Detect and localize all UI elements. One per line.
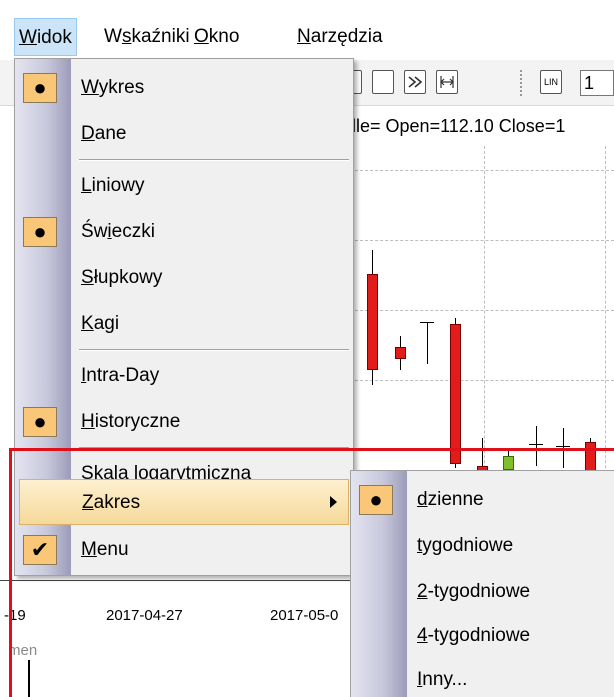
candle-body (367, 274, 378, 370)
grid-line (350, 380, 614, 381)
submenu-arrow-icon (330, 496, 337, 508)
radio-dot-icon: ● (23, 217, 57, 247)
menubar-item-label: Okno (194, 26, 240, 47)
menu-item-wykres[interactable]: ● Wykres (15, 65, 353, 111)
lower-panel-label: men (8, 642, 38, 659)
menu-item-label: Intra-Day (81, 365, 160, 386)
candle-wick (536, 426, 537, 466)
menu-item-liniowy[interactable]: Liniowy (15, 163, 353, 209)
zakres-submenu: ● dzienne tygodniowe 2-tygodniowe 4-tygo… (350, 470, 614, 697)
candle-info-label: dle= Open=112.10 Close=1 (346, 116, 566, 136)
menu-item-kagi[interactable]: Kagi (15, 301, 353, 347)
menubar-item-okno[interactable]: Okno (190, 18, 243, 56)
menu-separator (79, 447, 349, 449)
radio-dot-icon: ● (23, 73, 57, 103)
grid-line (350, 170, 614, 171)
submenu-item-label: dzienne (417, 489, 484, 510)
grid-line (350, 240, 614, 241)
menu-item-intra-day[interactable]: Intra-Day (15, 353, 353, 399)
candle-body (556, 446, 570, 447)
submenu-item-label: tygodniowe (417, 535, 514, 556)
radio-dot-icon: ● (359, 485, 393, 515)
menu-item-label: Słupkowy (81, 267, 163, 288)
menu-item-slupkowy[interactable]: Słupkowy (15, 255, 353, 301)
menubar-item-label: Narzędzia (297, 26, 383, 47)
candle-body (503, 456, 514, 470)
submenu-item-label: Inny... (417, 669, 468, 690)
menu-item-label: Wykres (81, 77, 145, 98)
menubar-item-label: Widok (19, 27, 72, 48)
menu-item-label: Liniowy (81, 175, 145, 196)
x-tick-label: 2017-05-0 (270, 607, 339, 624)
zoom-fit-icon[interactable] (436, 70, 458, 94)
radio-dot-icon: ● (23, 407, 57, 437)
menu-item-label: Świeczki (81, 221, 155, 242)
menubar: Widok Wskaźniki Okno Narzędzia (0, 0, 614, 60)
x-tick-label: -19 (4, 607, 26, 624)
submenu-item-tygodniowe[interactable]: tygodniowe (351, 523, 614, 569)
menubar-item-widok[interactable]: Widok (14, 18, 77, 56)
menu-separator (79, 159, 349, 161)
print-preview-icon[interactable] (372, 70, 394, 94)
submenu-item-2-tygodniowe[interactable]: 2-tygodniowe (351, 569, 614, 615)
submenu-item-label: 4-tygodniowe (417, 625, 531, 646)
menu-item-label: Menu (81, 539, 129, 560)
candle-body (450, 324, 461, 464)
checkmark-icon: ✔ (23, 535, 57, 565)
menubar-item-label: Wskaźniki (104, 26, 190, 47)
candle-body (585, 442, 596, 472)
widok-menu: ● Wykres Dane Liniowy ● Świeczki Słupkow… (14, 58, 354, 576)
menu-item-label: Historyczne (81, 411, 181, 432)
linear-scale-icon[interactable]: LIN (540, 70, 562, 94)
menu-item-menu[interactable]: ✔ Menu (15, 527, 353, 573)
submenu-item-dzienne[interactable]: ● dzienne (351, 477, 614, 523)
x-tick-label: 2017-04-27 (106, 607, 183, 624)
menu-item-label: Dane (81, 123, 127, 144)
fast-forward-icon[interactable] (404, 70, 426, 94)
menubar-item-narzedzia[interactable]: Narzędzia (293, 18, 387, 56)
toolbar-separator (520, 70, 522, 96)
candle-wick (563, 428, 564, 468)
menu-item-label: Zakres (82, 492, 141, 513)
menubar-item-wskazniki[interactable]: Wskaźniki (100, 18, 194, 56)
grid-line (350, 310, 614, 311)
lower-panel-bar (28, 660, 30, 697)
submenu-item-4-tygodniowe[interactable]: 4-tygodniowe (351, 613, 614, 659)
menu-item-swieczki[interactable]: ● Świeczki (15, 209, 353, 255)
menu-item-label: Kagi (81, 313, 120, 334)
menu-item-zakres[interactable]: Zakres (19, 479, 349, 525)
period-input[interactable]: 1 (580, 70, 614, 96)
candle-body (395, 347, 406, 359)
candle-wick (427, 322, 428, 364)
menu-separator (79, 349, 349, 351)
submenu-item-label: 2-tygodniowe (417, 581, 531, 602)
submenu-item-inny[interactable]: Inny... (351, 657, 614, 697)
menu-item-dane[interactable]: Dane (15, 111, 353, 157)
menu-item-historyczne[interactable]: ● Historyczne (15, 399, 353, 445)
candle-body (529, 444, 543, 445)
candle-body (420, 322, 434, 323)
